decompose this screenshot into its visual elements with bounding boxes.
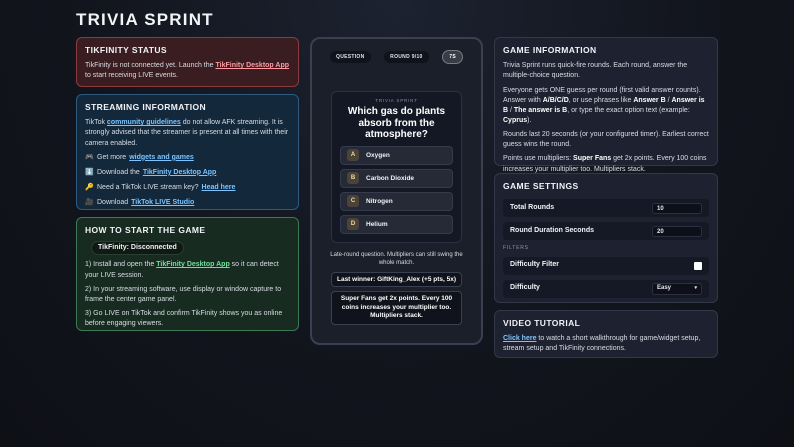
connection-status-badge: TikFinity: Disconnected xyxy=(91,241,184,256)
live-studio-text: Download xyxy=(97,199,129,207)
tikfinity-status-heading: TIKFINITY STATUS xyxy=(85,45,167,55)
total-rounds-label: Total Rounds xyxy=(510,204,555,212)
info-text: , or use phrases like xyxy=(568,96,634,104)
answer-option-c[interactable]: C Nitrogen xyxy=(340,191,453,211)
guidelines-text-part: TikTok xyxy=(85,119,107,127)
step-desktop-app-link[interactable]: TikFinity Desktop App xyxy=(156,261,230,268)
live-studio-line: 🎥 Download TikTok LIVE Studio xyxy=(85,198,290,208)
total-rounds-row: Total Rounds 10 xyxy=(503,199,709,218)
head-here-link[interactable]: Head here xyxy=(202,183,236,193)
super-fans-banner: Super Fans get 2x points. Every 100 coin… xyxy=(331,291,462,325)
answer-letter: C xyxy=(347,195,359,207)
difficulty-filter-label: Difficulty Filter xyxy=(510,261,560,269)
question-card: TRIVIA SPRINT Which gas do plants absorb… xyxy=(331,91,462,243)
question-text: Which gas do plants absorb from the atmo… xyxy=(347,106,446,140)
late-round-note: Late-round question. Multipliers can sti… xyxy=(330,251,463,266)
status-text-part: TikFinity is not connected yet. Launch t… xyxy=(85,62,216,70)
video-tutorial-heading: VIDEO TUTORIAL xyxy=(503,318,581,328)
game-info-p2: Everyone gets ONE guess per round (first… xyxy=(503,86,709,127)
answer-letter: B xyxy=(347,172,359,184)
round-duration-label: Round Duration Seconds xyxy=(510,227,594,235)
download-icon: ⬇️ xyxy=(85,168,94,176)
difficulty-filter-checkbox[interactable] xyxy=(694,261,702,270)
tikfinity-desktop-link[interactable]: TikFinity Desktop App xyxy=(215,62,289,69)
how-to-start-heading: HOW TO START THE GAME xyxy=(85,225,206,235)
streaming-info-card: STREAMING INFORMATION TikTok community g… xyxy=(76,94,299,210)
stream-key-text: Need a TikTok LIVE stream key? xyxy=(97,184,199,192)
round-badge: ROUND 9/10 xyxy=(384,51,429,63)
game-info-p4: Points use multipliers: Super Fans get 2… xyxy=(503,154,709,174)
info-bold: Super Fans xyxy=(573,155,612,163)
camera-icon: 🎥 xyxy=(85,199,94,207)
game-status-bar: QUESTION ROUND 9/10 7S xyxy=(320,47,473,64)
answer-option-a[interactable]: A Oxygen xyxy=(340,145,453,165)
answer-text: Carbon Dioxide xyxy=(366,174,415,182)
gamepad-icon: 🎮 xyxy=(85,153,94,161)
widgets-line: 🎮 Get more widgets and games xyxy=(85,153,290,163)
video-click-here-link[interactable]: Click here xyxy=(503,335,536,342)
live-studio-link[interactable]: TikTok LIVE Studio xyxy=(131,198,194,208)
community-guidelines-link[interactable]: community guidelines xyxy=(107,119,181,126)
phase-badge: QUESTION xyxy=(330,51,371,63)
answer-text: Nitrogen xyxy=(366,197,393,205)
info-bold: Cyprus xyxy=(503,117,528,125)
key-icon: 🔑 xyxy=(85,184,94,192)
widgets-games-link[interactable]: widgets and games xyxy=(129,153,194,163)
answer-letter: D xyxy=(347,218,359,230)
info-text: , or type the exact option text (example… xyxy=(567,106,690,114)
how-to-start-card: HOW TO START THE GAME TikFinity: Disconn… xyxy=(76,217,299,331)
answer-letter: A xyxy=(347,149,359,161)
game-settings-heading: GAME SETTINGS xyxy=(503,181,579,191)
total-rounds-input[interactable]: 10 xyxy=(652,202,702,214)
answer-option-b[interactable]: B Carbon Dioxide xyxy=(340,168,453,188)
status-text-part: to start receiving LIVE events. xyxy=(85,72,178,80)
timer-badge: 7S xyxy=(442,50,463,64)
difficulty-row: Difficulty Easy ▾ xyxy=(503,279,709,298)
answer-option-d[interactable]: D Helium xyxy=(340,214,453,234)
game-info-heading: GAME INFORMATION xyxy=(503,45,597,55)
game-info-card: GAME INFORMATION Trivia Sprint runs quic… xyxy=(494,37,718,173)
info-bold: A/B/C/D xyxy=(542,96,569,104)
round-duration-row: Round Duration Seconds 20 xyxy=(503,222,709,241)
difficulty-label: Difficulty xyxy=(510,284,540,292)
filters-label: FILTERS xyxy=(503,245,529,252)
game-panel: QUESTION ROUND 9/10 7S TRIVIA SPRINT Whi… xyxy=(310,37,483,345)
tikfinity-status-text: TikFinity is not connected yet. Launch t… xyxy=(85,61,290,81)
tikfinity-status-card: TIKFINITY STATUS TikFinity is not connec… xyxy=(76,37,299,87)
stream-key-line: 🔑 Need a TikTok LIVE stream key? Head he… xyxy=(85,183,290,193)
last-winner-banner: Last winner: GiftKing_Alex (+5 pts, 5x) xyxy=(331,272,462,288)
info-bold: Answer B xyxy=(633,96,666,104)
round-duration-input[interactable]: 20 xyxy=(652,225,702,237)
answer-text: Oxygen xyxy=(366,151,390,159)
info-text: ). xyxy=(527,117,532,125)
streaming-info-heading: STREAMING INFORMATION xyxy=(85,102,207,112)
video-tutorial-text: Click here to watch a short walkthrough … xyxy=(503,334,709,354)
difficulty-select[interactable]: Easy ▾ xyxy=(652,282,702,295)
answer-text: Helium xyxy=(366,220,388,228)
step-1-text: 1) Install and open the xyxy=(85,261,157,269)
download-desktop-app-link[interactable]: TikFinity Desktop App xyxy=(143,168,217,178)
question-card-label: TRIVIA SPRINT xyxy=(375,98,418,103)
download-text: Download the xyxy=(97,168,140,176)
download-line: ⬇️ Download the TikFinity Desktop App xyxy=(85,168,290,178)
difficulty-filter-row: Difficulty Filter xyxy=(503,256,709,275)
game-settings-card: GAME SETTINGS Total Rounds 10 Round Dura… xyxy=(494,173,718,303)
step-3: 3) Go LIVE on TikTok and confirm TikFini… xyxy=(85,310,283,328)
guidelines-text: TikTok community guidelines do not allow… xyxy=(85,118,290,148)
chevron-down-icon: ▾ xyxy=(694,284,697,291)
page-title: TRIVIA SPRINT xyxy=(76,10,214,29)
game-info-p3: Rounds last 20 seconds (or your configur… xyxy=(503,131,709,149)
step-1: 1) Install and open the TikFinity Deskto… xyxy=(85,260,290,280)
video-tutorial-card: VIDEO TUTORIAL Click here to watch a sho… xyxy=(494,310,718,358)
info-bold: The answer is B xyxy=(513,106,568,114)
game-info-p1: Trivia Sprint runs quick-fire rounds. Ea… xyxy=(503,62,688,80)
difficulty-value: Easy xyxy=(657,285,672,292)
widgets-text: Get more xyxy=(97,153,127,161)
info-text: Points use multipliers: xyxy=(503,155,574,163)
step-2: 2) In your streaming software, use displ… xyxy=(85,285,282,303)
